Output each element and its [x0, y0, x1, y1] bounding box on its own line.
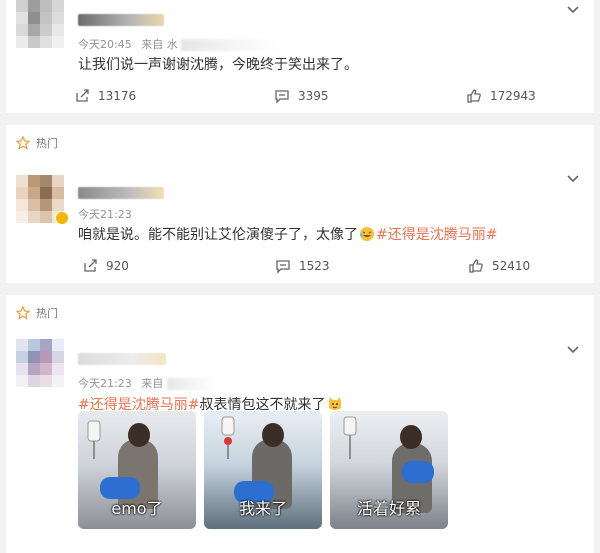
- comment-icon: [275, 90, 289, 104]
- hot-label: 热门: [36, 307, 58, 320]
- hashtag-link[interactable]: #还得是沈腾马丽#: [376, 227, 497, 243]
- like-count: 172943: [490, 89, 536, 103]
- image-caption: 我来了: [238, 499, 287, 518]
- avatar[interactable]: [16, 0, 64, 48]
- comment-button[interactable]: 1523: [275, 258, 330, 274]
- post-time[interactable]: 今天20:45: [78, 38, 132, 51]
- image-caption: 活着好累: [356, 499, 421, 518]
- repost-icon: [84, 259, 97, 272]
- post-time[interactable]: 今天21:23: [78, 208, 132, 221]
- like-count: 52410: [492, 259, 531, 273]
- laughing-emoji-icon: [359, 227, 374, 241]
- weibo-post-card: 今天20:45 来自 水 让我们说一声谢谢沈腾，今晚终于笑出来了。 13176 …: [6, 0, 594, 113]
- post-image[interactable]: 我来了: [204, 411, 322, 529]
- post-meta: 今天21:23 来自: [78, 375, 217, 391]
- iv-drip-icon: [221, 416, 235, 459]
- post-image[interactable]: emo了: [78, 411, 196, 529]
- repost-count: 13176: [98, 89, 137, 103]
- repost-button[interactable]: 13176: [74, 88, 136, 104]
- hot-label: 热门: [36, 137, 58, 150]
- star-icon: [16, 136, 30, 150]
- repost-count: 920: [106, 259, 129, 273]
- source-blurred: [181, 39, 282, 51]
- comment-button[interactable]: 3395: [274, 88, 329, 104]
- hot-badge: 热门: [16, 305, 58, 321]
- repost-icon: [76, 89, 89, 102]
- weibo-post-card: 热门 今天21:23 来自 #还得是沈腾马丽#叔表情包这不就来了 emo了 我来…: [6, 295, 594, 553]
- action-bar: 13176 3395 172943: [6, 86, 594, 110]
- like-button[interactable]: 172943: [466, 88, 536, 104]
- repost-button[interactable]: 920: [82, 258, 129, 274]
- post-content: 咱就是说。能不能别让艾伦演傻子了，太像了 #还得是沈腾马丽#: [78, 224, 497, 244]
- thumbs-up-icon: [467, 89, 481, 103]
- username-blurred[interactable]: [78, 187, 164, 199]
- avatar[interactable]: [16, 339, 64, 387]
- action-bar: 920 1523 52410: [6, 256, 594, 280]
- star-icon: [16, 306, 30, 320]
- post-meta: 今天21:23: [78, 206, 132, 222]
- comment-count: 3395: [298, 89, 329, 103]
- post-source: 来自: [141, 377, 164, 390]
- chevron-down-icon[interactable]: [566, 171, 580, 185]
- like-button[interactable]: 52410: [468, 258, 530, 274]
- post-content: 让我们说一声谢谢沈腾，今晚终于笑出来了。: [78, 57, 358, 73]
- iv-drip-icon: [343, 416, 357, 459]
- post-source: 来自 水: [141, 38, 178, 51]
- comment-icon: [276, 260, 290, 274]
- username-blurred[interactable]: [78, 353, 166, 365]
- source-blurred: [166, 378, 217, 390]
- cat-emoji-icon: [329, 397, 342, 410]
- comment-count: 1523: [299, 259, 330, 273]
- username-blurred[interactable]: [78, 14, 164, 26]
- post-meta: 今天20:45 来自 水: [78, 36, 282, 52]
- hot-badge: 热门: [16, 135, 58, 151]
- weibo-post-card: 热门 今天21:23 咱就是说。能不能别让艾伦演傻子了，太像了 #还得是沈腾马丽#…: [6, 125, 594, 283]
- chevron-down-icon[interactable]: [566, 342, 580, 356]
- chevron-down-icon[interactable]: [566, 2, 580, 16]
- verified-badge-icon: [55, 211, 69, 225]
- post-text: 咱就是说。能不能别让艾伦演傻子了，太像了: [78, 227, 358, 243]
- post-time[interactable]: 今天21:23: [78, 377, 132, 390]
- image-caption: emo了: [111, 499, 163, 518]
- post-image[interactable]: 活着好累: [330, 411, 448, 529]
- iv-drip-icon: [87, 420, 101, 459]
- thumbs-up-icon: [469, 259, 483, 273]
